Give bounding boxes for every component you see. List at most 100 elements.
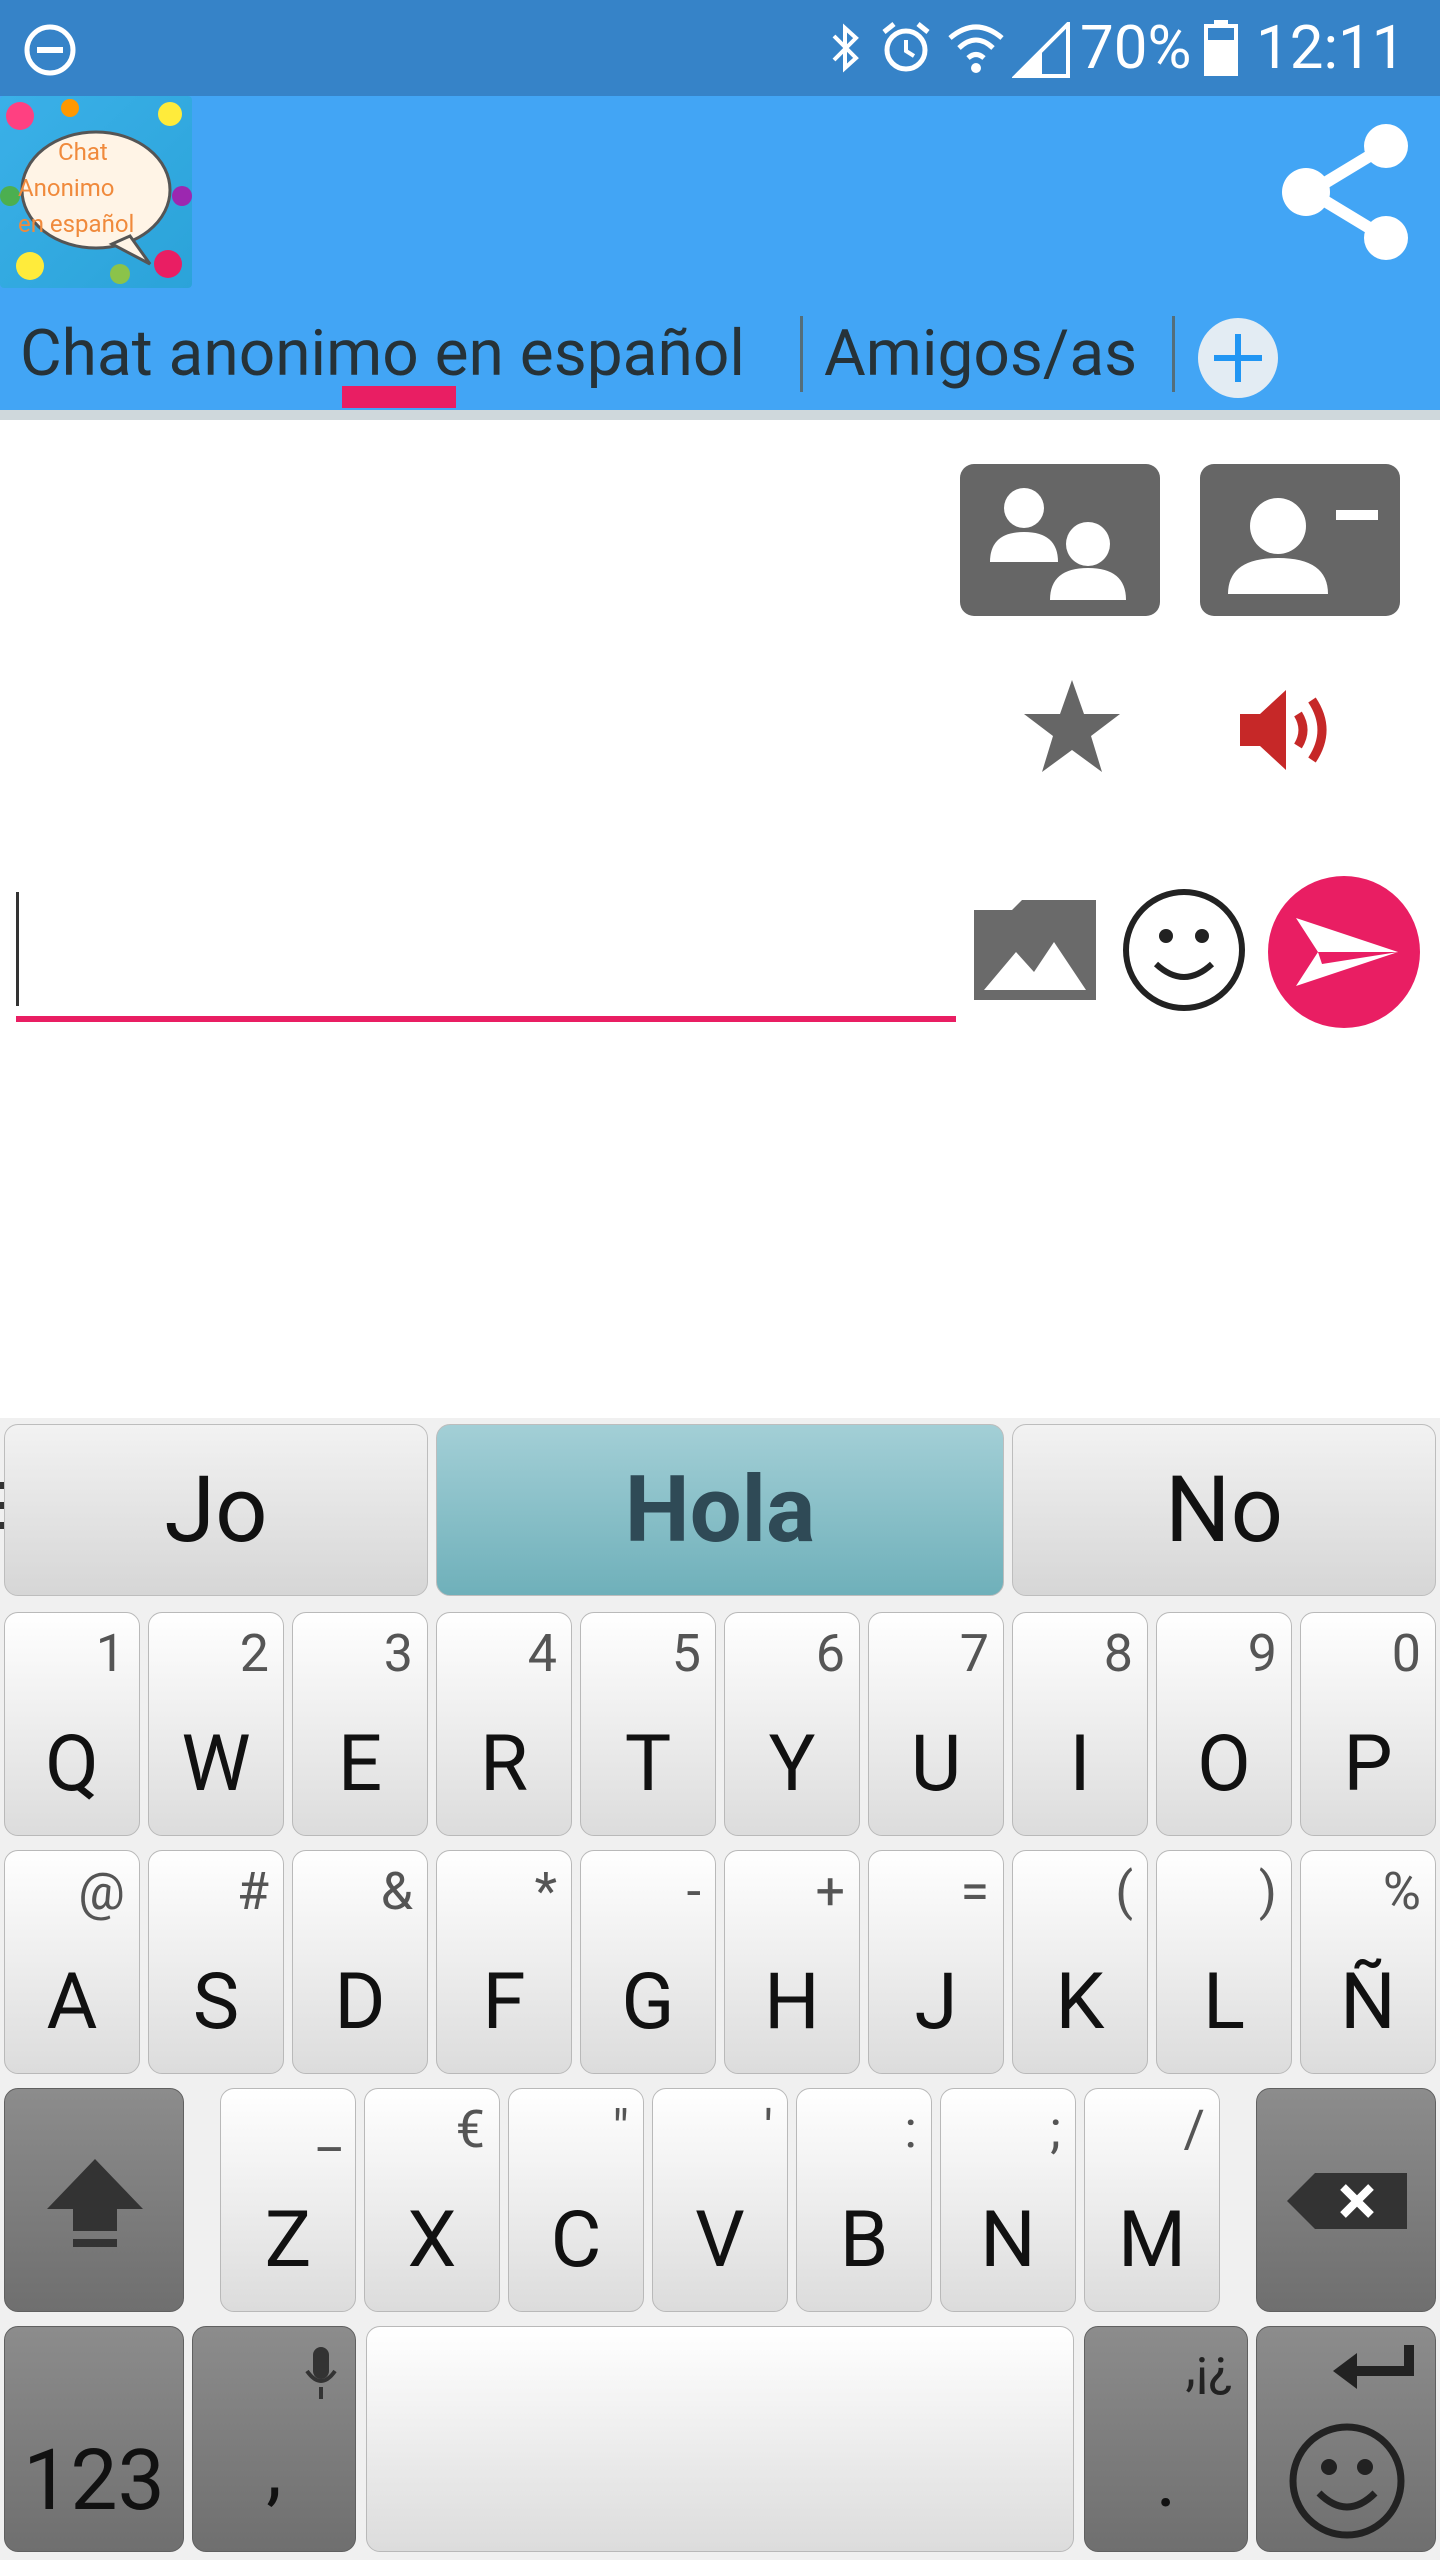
remove-user-button[interactable] [1200,464,1400,616]
speaker-icon[interactable] [1236,680,1340,780]
key-hint: 7 [959,1623,989,1684]
key-label: R [479,1719,529,1810]
key-l[interactable]: ) L [1156,1850,1292,2074]
signal-icon [1012,22,1070,78]
tab-separator [800,316,803,392]
key-hint: 6 [815,1623,845,1684]
app-logo: Chat Anonimo en español [0,96,192,288]
key-v[interactable]: ' V [652,2088,788,2312]
emoji-icon[interactable] [1120,886,1248,1014]
key-label: Y [768,1719,816,1810]
period-key[interactable]: ,¡¿ . [1084,2326,1248,2552]
key-hint: _ [317,2099,341,2160]
key-label: V [695,2195,745,2286]
key-e[interactable]: 3E [292,1612,428,1836]
enter-icon [1333,2345,1414,2389]
key-u[interactable]: 7U [868,1612,1004,1836]
key-hint: + [815,1861,845,1922]
key-o[interactable]: 9O [1156,1612,1292,1836]
backspace-key[interactable] [1256,2088,1436,2312]
key-label: Q [45,1719,99,1810]
app-bar: Chat Anonimo en español Chat anonimo en … [0,96,1440,416]
key-hint: ' [763,2099,773,2160]
key-label: U [910,1719,962,1810]
appbar-divider [0,410,1440,420]
key-label: B [839,2195,889,2286]
key-label: N [980,2195,1036,2286]
key-hint: ) [1258,1861,1277,1922]
message-input[interactable] [16,880,956,1020]
key-label: E [337,1719,383,1810]
tab-selected-indicator [342,386,456,408]
numbers-key[interactable]: 123 [4,2326,184,2552]
key-hint: 2 [239,1623,269,1684]
key-label: W [181,1719,251,1810]
key-p[interactable]: 0P [1300,1612,1436,1836]
key-label: C [550,2195,602,2286]
space-key[interactable] [366,2326,1074,2552]
add-tab-icon[interactable] [1196,316,1280,400]
key-h[interactable]: + H [724,1850,860,2074]
do-not-disturb-icon [24,24,76,76]
key-hint: 8 [1103,1623,1133,1684]
image-icon[interactable] [970,896,1100,1004]
send-icon[interactable] [1266,874,1422,1030]
key-d[interactable]: & D [292,1850,428,2074]
clock: 12:11 [1256,12,1406,83]
bluetooth-icon [832,23,859,73]
key-m[interactable]: / M [1084,2088,1220,2312]
key-hint: 3 [383,1623,413,1684]
backspace-icon [1287,2173,1407,2229]
key-label: K [1055,1957,1105,2048]
key-y[interactable]: 6Y [724,1612,860,1836]
users-group-icon [990,488,1126,600]
comma-key[interactable]: , [192,2326,356,2552]
key-f[interactable]: * F [436,1850,572,2074]
key-hint: - [686,1861,701,1922]
key-a[interactable]: @ A [4,1850,140,2074]
key-k[interactable]: (K [1012,1850,1148,2074]
suggestion-3[interactable]: No [1012,1424,1436,1596]
key-x[interactable]: € X [364,2088,500,2312]
key-label: L [1202,1957,1245,2048]
enter-emoji-key[interactable] [1256,2326,1436,2552]
suggestion-2[interactable]: Hola [436,1424,1004,1596]
battery-icon [1204,20,1238,76]
group-users-button[interactable] [960,464,1160,616]
key-q[interactable]: 1Q [4,1612,140,1836]
shift-key[interactable] [4,2088,184,2312]
key-hint: 5 [671,1623,701,1684]
key-i[interactable]: 8I [1012,1612,1148,1836]
star-icon[interactable] [1020,676,1124,776]
key-w[interactable]: 2W [148,1612,284,1836]
wifi-icon [948,24,1004,73]
key-t[interactable]: 5T [580,1612,716,1836]
text-cursor [16,892,19,1006]
key-hint: : [904,2099,917,2160]
key-hint: @ [78,1861,125,1922]
key-ñ[interactable]: % Ñ [1300,1850,1436,2074]
logo-text: Chat Anonimo en español [18,138,135,238]
key-n[interactable]: ; N [940,2088,1076,2312]
key-hint: ( [1115,1861,1133,1922]
key-hint: # [236,1861,269,1922]
key-label: A [46,1957,98,2048]
key-hint: % [1382,1861,1421,1922]
key-label: O [1197,1719,1251,1810]
key-label: H [764,1957,820,2048]
suggestion-1[interactable]: Jo [4,1424,428,1596]
status-bar: 70% 12:11 [0,0,1440,96]
tab-amigos[interactable]: Amigos/as [824,296,1137,412]
key-label: S [192,1957,240,2048]
key-c[interactable]: " C [508,2088,644,2312]
key-hint: 9 [1247,1623,1277,1684]
key-g[interactable]: -G [580,1850,716,2074]
battery-percent: 70% [1080,12,1192,83]
share-icon[interactable] [1276,122,1412,262]
key-hint: € [455,2099,485,2160]
key-s[interactable]: # S [148,1850,284,2074]
key-j[interactable]: = J [868,1850,1004,2074]
key-r[interactable]: 4R [436,1612,572,1836]
key-z[interactable]: _ Z [220,2088,356,2312]
key-b[interactable]: :B [796,2088,932,2312]
